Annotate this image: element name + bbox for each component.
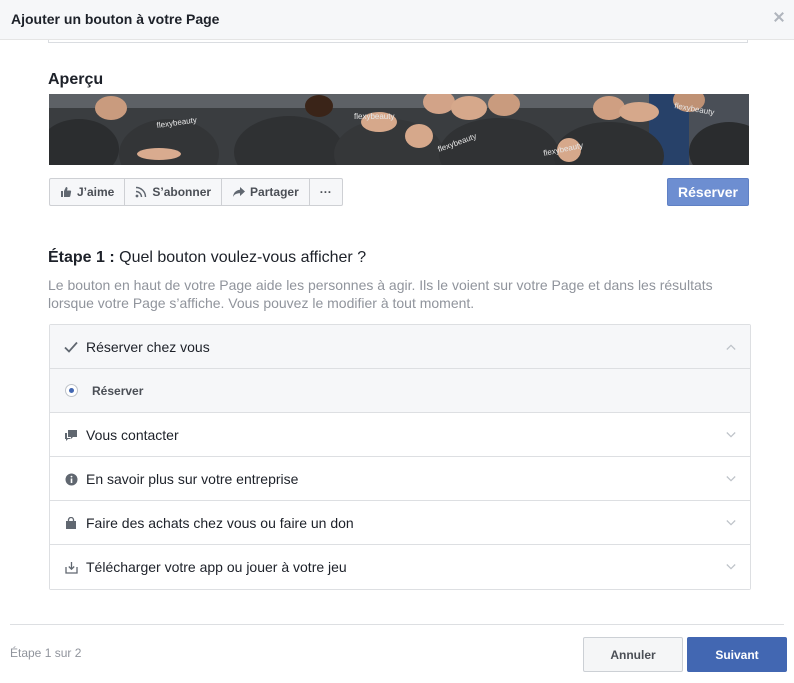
share-button[interactable]: Partager [222,179,310,205]
step-description: Le bouton en haut de votre Page aide les… [48,277,713,311]
more-icon: ··· [319,185,332,199]
step-count: Étape 1 sur 2 [10,646,82,660]
chevron-up-icon[interactable] [726,342,736,352]
cancel-button[interactable]: Annuler [583,637,683,672]
option-reserve[interactable]: Réserver [50,369,750,413]
preview-title: Aperçu [48,71,104,88]
footer-divider [10,624,784,625]
option-contact-you[interactable]: Vous contacter [50,413,750,457]
option-learn-more[interactable]: En savoir plus sur votre entreprise [50,457,750,501]
step-prefix: Étape 1 : [48,249,115,266]
chevron-down-icon[interactable] [726,430,736,440]
like-label: J’aime [77,185,115,199]
chat-bubbles-icon [64,428,78,442]
share-label: Partager [250,185,299,199]
more-button[interactable]: ··· [310,179,342,205]
option-label: Vous contacter [86,427,179,443]
share-arrow-icon [233,187,246,197]
shopping-bag-icon [64,516,78,530]
radio-selected-icon[interactable] [65,384,78,397]
scroll-edge [48,40,748,43]
option-label: Faire des achats chez vous ou faire un d… [86,515,354,531]
button-options-list: Réserver chez vous Réserver Vous contact… [49,324,751,590]
chevron-down-icon[interactable] [726,518,736,528]
follow-button[interactable]: S’abonner [125,179,223,205]
rss-icon [135,186,147,198]
cover-photo-image: flexybeauty flexybeauty flexybeauty flex… [49,94,749,165]
like-button[interactable]: J’aime [50,179,126,205]
next-button[interactable]: Suivant [687,637,787,672]
checkmark-icon [64,340,78,354]
dialog-header: Ajouter un bouton à votre Page [0,0,794,40]
option-label: En savoir plus sur votre entreprise [86,471,299,487]
dialog-title: Ajouter un bouton à votre Page [11,11,220,27]
option-label: Télécharger votre app ou jouer à votre j… [86,559,347,575]
option-book-with-you[interactable]: Réserver chez vous [50,325,750,369]
svg-text:flexybeauty: flexybeauty [354,112,394,121]
add-button-dialog: Ajouter un bouton à votre Page Aperçu fl… [0,0,794,683]
option-download-app[interactable]: Télécharger votre app ou jouer à votre j… [50,545,750,589]
follow-label: S’abonner [152,185,212,199]
info-icon [64,472,78,486]
step-heading: Étape 1 : Quel bouton voulez-vous affich… [48,249,366,267]
page-action-buttons: J’aime S’abonner Partager ··· [49,178,343,206]
option-shop-donate[interactable]: Faire des achats chez vous ou faire un d… [50,501,750,545]
chevron-down-icon[interactable] [726,562,736,572]
thumbs-up-icon [61,187,72,197]
option-reserve-label: Réserver [92,384,144,398]
step-question: Quel bouton voulez-vous afficher ? [114,249,367,266]
chevron-down-icon[interactable] [726,474,736,484]
close-icon[interactable] [772,10,786,24]
option-label: Réserver chez vous [86,339,210,355]
cover-photo: flexybeauty flexybeauty flexybeauty flex… [49,94,749,165]
preview-reserve-button[interactable]: Réserver [667,178,749,206]
download-icon [64,560,78,574]
